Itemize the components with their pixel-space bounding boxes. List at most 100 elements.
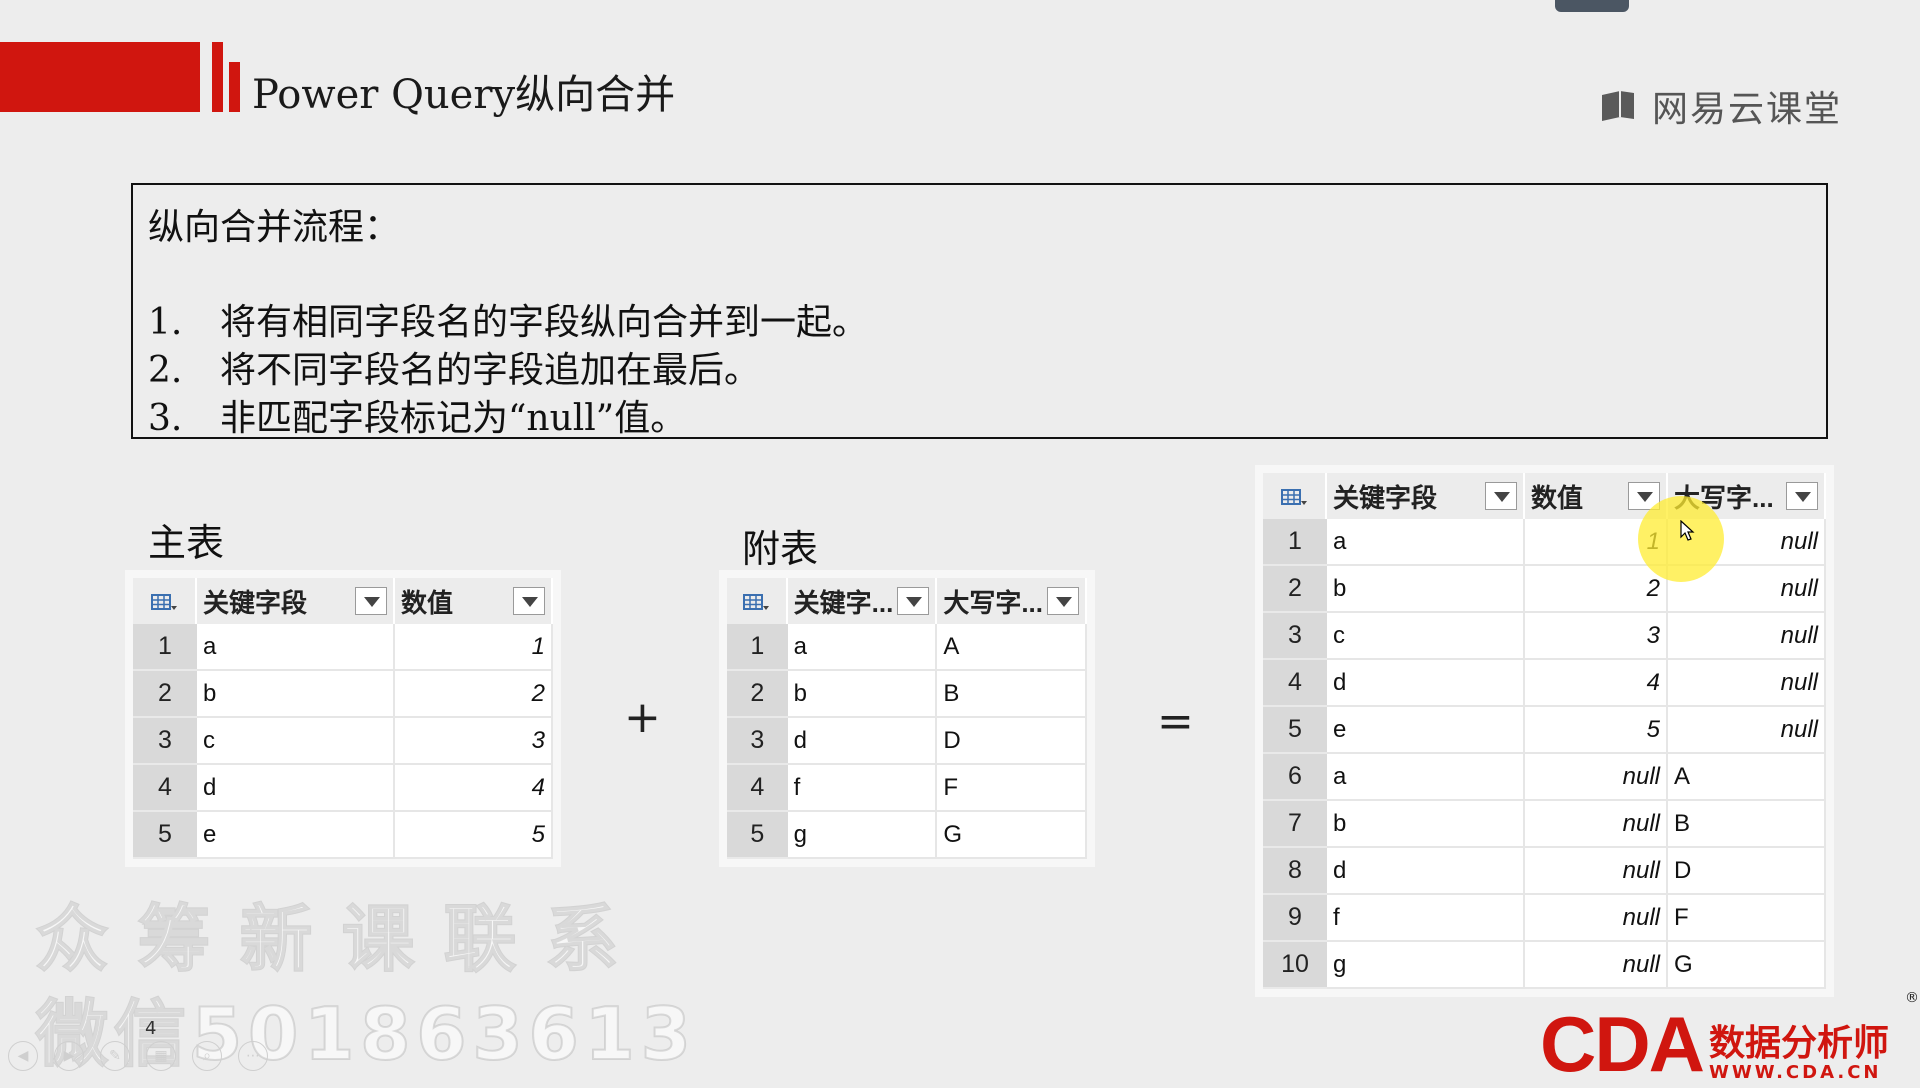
table-row: 3c3 xyxy=(133,718,553,765)
key-cell: d xyxy=(197,765,395,812)
row-number: 10 xyxy=(1263,942,1327,989)
value-cell: null xyxy=(1525,801,1668,848)
step-number: 3. xyxy=(148,398,183,439)
next-slide-icon[interactable]: ▶ xyxy=(54,1041,84,1071)
mouse-pointer-icon xyxy=(1680,520,1695,541)
main-table: 关键字段 数值 1a1 2b2 3c3 4d4 5e5 xyxy=(133,578,553,859)
process-step: 1. 将有相同字段名的字段纵向合并到一起。 xyxy=(148,293,868,345)
table-row: 2b2 xyxy=(133,671,553,718)
table-row: 3 c 3 null xyxy=(1263,613,1826,660)
capital-cell: B xyxy=(937,671,1087,718)
row-number: 5 xyxy=(727,812,788,859)
value-cell: 4 xyxy=(1525,660,1668,707)
key-cell: b xyxy=(197,671,395,718)
filter-dropdown-icon[interactable] xyxy=(1485,482,1517,510)
filter-dropdown-icon[interactable] xyxy=(355,587,387,615)
key-cell: d xyxy=(1327,848,1525,895)
value-cell: null xyxy=(1525,942,1668,989)
cda-logo-text: CDA xyxy=(1540,1000,1705,1088)
value-cell: 3 xyxy=(1525,613,1668,660)
key-cell: a xyxy=(1327,754,1525,801)
row-number: 4 xyxy=(133,765,197,812)
key-cell: b xyxy=(1327,801,1525,848)
capital-cell: F xyxy=(937,765,1087,812)
pen-icon[interactable]: ✎ xyxy=(100,1041,130,1071)
row-number: 3 xyxy=(1263,613,1327,660)
row-number: 1 xyxy=(1263,519,1327,566)
column-header[interactable]: 大写字... xyxy=(937,578,1087,624)
key-cell: c xyxy=(197,718,395,765)
row-number: 3 xyxy=(133,718,197,765)
slides-grid-icon[interactable]: ▦ xyxy=(146,1041,176,1071)
row-number: 1 xyxy=(133,624,197,671)
capital-cell: D xyxy=(1668,848,1826,895)
step-text: 非匹配字段标记为“null”值。 xyxy=(220,398,687,439)
key-cell: b xyxy=(1327,566,1525,613)
key-cell: g xyxy=(787,812,938,859)
capital-cell: A xyxy=(937,624,1087,671)
capital-cell: G xyxy=(1668,942,1826,989)
key-cell: a xyxy=(1327,519,1525,566)
row-number: 4 xyxy=(727,765,788,812)
filter-dropdown-icon[interactable] xyxy=(897,587,930,615)
filter-dropdown-icon[interactable] xyxy=(1047,587,1079,615)
row-number: 5 xyxy=(133,812,197,859)
slideshow-controls: ◀ ▶ ✎ ▦ ⌕ ⋯ xyxy=(8,1041,268,1071)
registered-mark: ® xyxy=(1905,990,1919,1006)
value-cell: 3 xyxy=(395,718,553,765)
main-table-label: 主表 xyxy=(148,521,225,565)
capital-cell: A xyxy=(1668,754,1826,801)
table-menu-button[interactable] xyxy=(1263,473,1327,519)
table-row: 9 f null F xyxy=(1263,895,1826,942)
column-header[interactable]: 关键字段 xyxy=(1327,473,1525,519)
table-row: 5 e 5 null xyxy=(1263,707,1826,754)
key-cell: d xyxy=(787,718,938,765)
column-header-label: 关键字段 xyxy=(1333,482,1438,513)
step-number: 2. xyxy=(148,350,183,391)
equals-operator: = xyxy=(1157,696,1194,747)
cda-logo: CDA 数据分析师 WWW.CDA.CN xyxy=(1540,1005,1889,1083)
column-header-label: 数值 xyxy=(401,587,454,618)
row-number: 7 xyxy=(1263,801,1327,848)
page-number: 4 xyxy=(145,1018,157,1039)
row-number: 6 xyxy=(1263,754,1327,801)
cda-subtitle: 数据分析师 xyxy=(1709,1023,1890,1064)
value-cell: 4 xyxy=(395,765,553,812)
column-header[interactable]: 数值 xyxy=(395,578,553,624)
column-header-label: 关键字段 xyxy=(203,587,308,618)
key-cell: a xyxy=(787,624,938,671)
filter-dropdown-icon[interactable] xyxy=(513,587,545,615)
process-step: 2. 将不同字段名的字段追加在最后。 xyxy=(148,341,760,393)
value-cell: 5 xyxy=(395,812,553,859)
process-step: 3. 非匹配字段标记为“null”值。 xyxy=(148,389,686,441)
previous-slide-icon[interactable]: ◀ xyxy=(8,1041,38,1071)
table-row: 5gG xyxy=(727,812,1087,859)
row-number: 2 xyxy=(133,671,197,718)
value-cell: null xyxy=(1525,754,1668,801)
table-menu-button[interactable] xyxy=(727,578,788,624)
value-cell: 5 xyxy=(1525,707,1668,754)
capital-cell: null xyxy=(1668,660,1826,707)
table-menu-button[interactable] xyxy=(133,578,197,624)
column-header[interactable]: 关键字... xyxy=(787,578,938,624)
title-accent-bar xyxy=(0,42,200,112)
table-row: 1aA xyxy=(727,624,1087,671)
table-row: 2bB xyxy=(727,671,1087,718)
table-grid-icon xyxy=(151,593,177,610)
more-options-icon[interactable]: ⋯ xyxy=(238,1041,268,1071)
row-number: 8 xyxy=(1263,848,1327,895)
process-heading: 纵向合并流程： xyxy=(148,207,401,248)
filter-dropdown-icon[interactable] xyxy=(1786,482,1818,510)
value-cell: 2 xyxy=(395,671,553,718)
table-row: 1a1null xyxy=(1263,519,1826,566)
key-cell: f xyxy=(787,765,938,812)
zoom-icon[interactable]: ⌕ xyxy=(192,1041,222,1071)
row-number: 3 xyxy=(727,718,788,765)
column-header[interactable]: 关键字段 xyxy=(197,578,395,624)
capital-cell: F xyxy=(1668,895,1826,942)
capital-cell: null xyxy=(1668,613,1826,660)
capital-cell: D xyxy=(937,718,1087,765)
key-cell: c xyxy=(1327,613,1525,660)
column-header-label: 数值 xyxy=(1531,482,1584,513)
value-cell: null xyxy=(1525,895,1668,942)
